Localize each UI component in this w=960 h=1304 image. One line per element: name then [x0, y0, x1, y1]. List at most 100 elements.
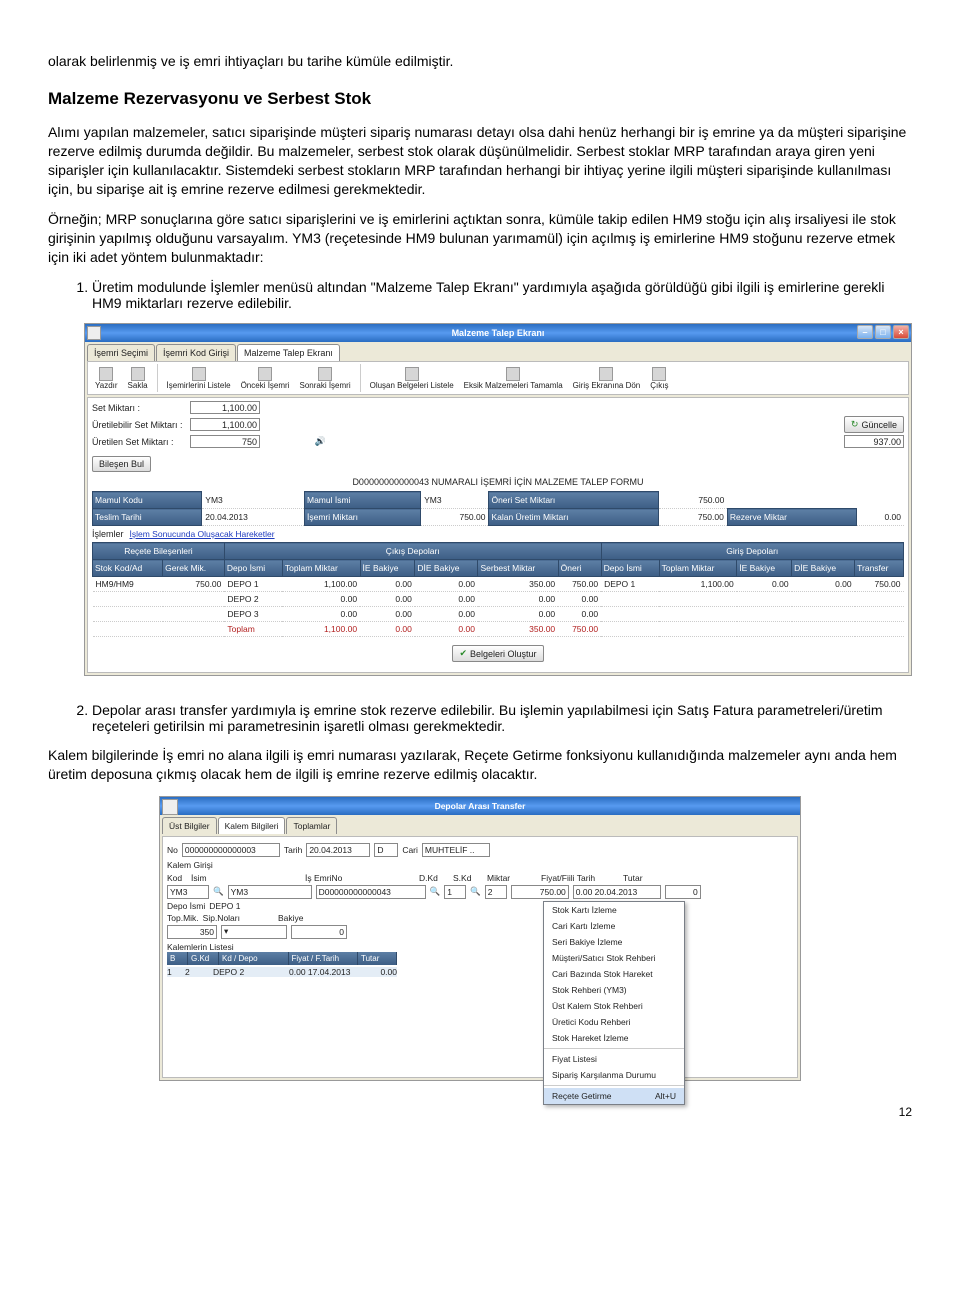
th-mamul-ismi: Mamul İsmi [304, 492, 420, 509]
val-teslim: 20.04.2013 [202, 509, 305, 526]
gh-cikis: Çıkış Depoları [224, 543, 601, 560]
value-d: D [374, 843, 398, 857]
input-urt-mik[interactable]: 750 [190, 435, 260, 448]
maximize-button[interactable]: □ [875, 325, 891, 339]
close-button[interactable]: × [893, 325, 909, 339]
guncelle-button[interactable]: ↻Güncelle [844, 416, 904, 433]
para-3: Kalem bilgilerinde İş emri no alana ilgi… [48, 746, 912, 784]
value-tarih: 20.04.2013 [306, 843, 370, 857]
th-kalan: Kalan Üretim Miktarı [489, 509, 659, 526]
col-gtm: Toplam Miktar [659, 560, 737, 577]
label-tarih: Tarih [284, 845, 302, 855]
screenshot-malzeme-talep: Malzeme Talep Ekranı – □ × İşemri Seçimi… [84, 323, 912, 676]
tool-sonraki[interactable]: Sonraki İşemri [296, 366, 353, 391]
label-dkd: D.Kd [419, 873, 449, 883]
col-die: DİE Bakiye [415, 560, 478, 577]
th-teslim: Teslim Tarihi [93, 509, 202, 526]
col-kd: Kd / Depo [219, 952, 289, 965]
col-b: B [167, 952, 188, 965]
col-gkd: G.Kd [188, 952, 219, 965]
input-ien[interactable]: D00000000000043 [316, 885, 426, 899]
col-ft: Fiyat / F.Tarih [289, 952, 359, 965]
tool-olusan[interactable]: Oluşan Belgeleri Listele [367, 366, 457, 391]
val-mamul-ismi: YM3 [421, 492, 489, 509]
menu-item[interactable]: Üretici Kodu Rehberi [544, 1014, 684, 1030]
tab-isemri-kod[interactable]: İşemri Kod Girişi [156, 344, 236, 361]
tab-malzeme-talep[interactable]: Malzeme Talep Ekranı [237, 344, 340, 361]
input-kod[interactable]: YM3 [167, 885, 209, 899]
table-row[interactable]: DEPO 30.000.000.000.000.00 [93, 607, 904, 622]
value-urt-set: 1,100.00 [190, 418, 260, 431]
input-dkd[interactable]: 1 [444, 885, 466, 899]
label-ien: İş EmriNo [305, 873, 415, 883]
label-bakiye: Bakiye [278, 913, 304, 923]
menu-item[interactable]: Stok Rehberi (YM3) [544, 982, 684, 998]
menu-item[interactable]: Seri Bakiye İzleme [544, 934, 684, 950]
menu-item[interactable]: Sipariş Karşılanma Durumu [544, 1067, 684, 1083]
table-row[interactable]: HM9/HM9750.00 DEPO 11,100.000.000.00350.… [93, 577, 904, 592]
table-row[interactable]: 1 2 DEPO 2 0.00 17.04.2013 0.00 [167, 967, 397, 977]
menu-item-selected[interactable]: Reçete Getirme Alt+U [544, 1088, 684, 1104]
col-on: Öneri [558, 560, 601, 577]
menu-item[interactable]: Stok Kartı İzleme [544, 902, 684, 918]
col-gdepo: Depo İsmi [601, 560, 659, 577]
label-tutar: Tutar [623, 873, 653, 883]
col-tu: Tutar [358, 952, 397, 965]
val-rezerve: 0.00 [856, 509, 904, 526]
tool-cikis[interactable]: Çıkış [647, 366, 671, 391]
col-gie: İE Bakiye [737, 560, 792, 577]
input-fiyat[interactable]: 0.00 20.04.2013 [573, 885, 661, 899]
col-depo: Depo İsmi [224, 560, 282, 577]
window-title: Malzeme Talep Ekranı [452, 328, 545, 338]
menu-item[interactable]: Cari Bazında Stok Hareket [544, 966, 684, 982]
list-item-2: Depolar arası transfer yardımıyla iş emr… [92, 702, 912, 734]
label-urt-mik: Üretilen Set Miktarı : [92, 437, 184, 447]
value-set-miktar: 1,100.00 [190, 401, 260, 414]
input-skd[interactable]: 2 [485, 885, 507, 899]
label-no: No [167, 845, 178, 855]
tool-onceki[interactable]: Önceki İşemri [238, 366, 293, 391]
table-row[interactable]: DEPO 20.000.000.000.000.00 [93, 592, 904, 607]
minimize-button[interactable]: – [857, 325, 873, 339]
val-kalan: 750.00 [659, 509, 727, 526]
window-icon [162, 799, 178, 815]
val-mamul-kodu: YM3 [202, 492, 305, 509]
menu-item[interactable]: Müşteri/Satıcı Stok Rehberi [544, 950, 684, 966]
tab-kalem-bilgileri[interactable]: Kalem Bilgileri [218, 817, 286, 834]
label-isim: İsim [191, 873, 301, 883]
menu-item[interactable]: Cari Kartı İzleme [544, 918, 684, 934]
dropdown-sip[interactable]: ▾ [221, 925, 287, 939]
bilesen-bul-button[interactable]: Bileşen Bul [92, 456, 151, 472]
input-tutar[interactable]: 0 [665, 885, 701, 899]
val-iemik: 750.00 [421, 509, 489, 526]
label-urt-set: Üretilebilir Set Miktarı : [92, 420, 184, 430]
label-depo-ismi: Depo İsmi [167, 901, 205, 911]
menu-item[interactable]: Üst Kalem Stok Rehberi [544, 998, 684, 1014]
val-oneri-set: 750.00 [659, 492, 727, 509]
value-no: 000000000000003 [182, 843, 280, 857]
input-isim[interactable]: YM3 [228, 885, 312, 899]
label-sip-no: Sip.Noları [203, 913, 240, 923]
tab-toplamlar[interactable]: Toplamlar [286, 817, 337, 834]
tool-listele[interactable]: İşemirlerini Listele [164, 366, 234, 391]
menu-item[interactable]: Stok Hareket İzleme [544, 1030, 684, 1046]
tab-isemri-secimi[interactable]: İşemri Seçimi [87, 344, 155, 361]
window-icon [87, 326, 101, 340]
tool-eksik[interactable]: Eksik Malzemeleri Tamamla [461, 366, 566, 391]
label-set-miktar: Set Miktarı : [92, 403, 184, 413]
th-oneri-set: Öneri Set Miktarı [489, 492, 659, 509]
menu-item[interactable]: Fiyat Listesi [544, 1051, 684, 1067]
context-menu: Stok Kartı İzleme Cari Kartı İzleme Seri… [543, 901, 685, 1105]
value-depo-ismi: DEPO 1 [209, 901, 240, 911]
link-islem-sonucu[interactable]: İşlem Sonucunda Oluşacak Hareketler [130, 529, 275, 539]
tool-sakla[interactable]: Sakla [125, 366, 151, 391]
tool-yazdir[interactable]: Yazdır [92, 366, 121, 391]
spin-icon[interactable]: 🔊 [268, 435, 328, 448]
belgeleri-olustur-button[interactable]: ✔Belgeleri Oluştur [452, 645, 543, 662]
input-miktar[interactable]: 750.00 [511, 885, 569, 899]
col-tm: Toplam Miktar [282, 560, 360, 577]
tool-giris[interactable]: Giriş Ekranına Dön [570, 366, 644, 391]
para-1: Alımı yapılan malzemeler, satıcı sipariş… [48, 123, 912, 199]
value-yuzde: 937.00 [844, 435, 904, 448]
tab-ust-bilgiler[interactable]: Üst Bilgiler [162, 817, 217, 834]
